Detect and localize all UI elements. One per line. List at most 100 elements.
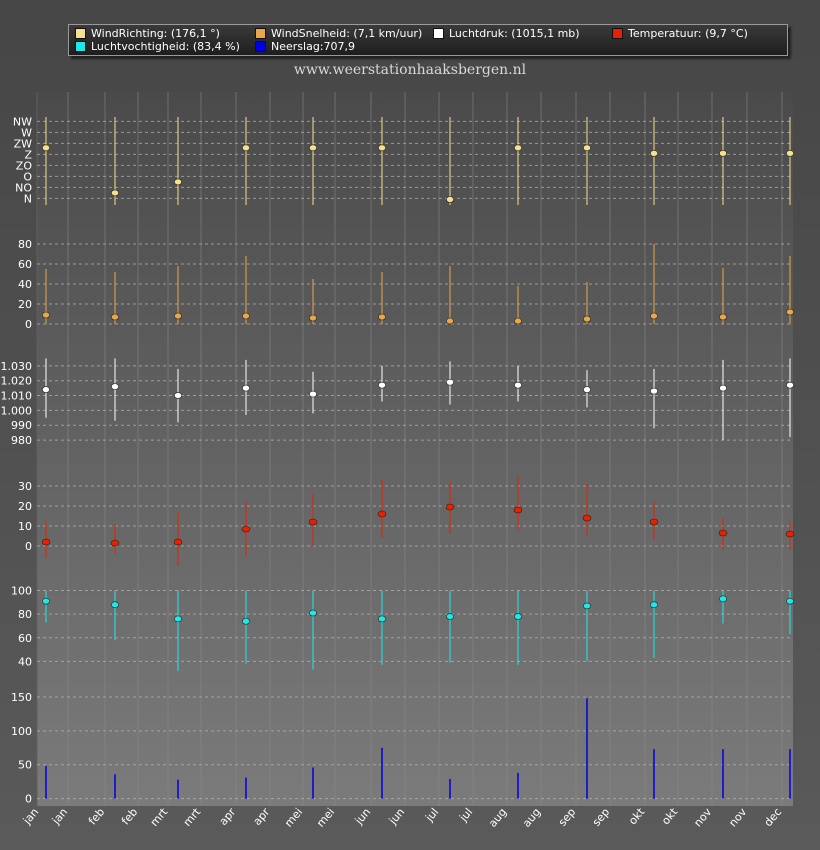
y-tick-label: 30 (18, 480, 32, 493)
x-tick-label: aug (486, 806, 509, 830)
x-tick-label: mei (282, 806, 305, 830)
chart-canvas: NWWZWZZOONON0204060809809901.0001.0101.0… (1, 92, 795, 830)
data-point (719, 150, 727, 157)
data-point (111, 189, 119, 197)
data-point (650, 312, 658, 320)
x-tick-label: jul (422, 806, 441, 825)
data-point (719, 595, 727, 603)
x-tick-label: nov (691, 805, 714, 829)
data-point (514, 144, 522, 152)
x-tick-label: jun (386, 806, 408, 828)
y-tick-label: 80 (18, 608, 32, 621)
x-tick-label: nov (726, 805, 749, 829)
data-point (308, 518, 318, 526)
data-point (111, 383, 119, 390)
x-tick-label: jun (352, 806, 374, 828)
data-point (309, 390, 317, 398)
data-point (514, 613, 522, 620)
data-point (174, 312, 182, 320)
data-point (174, 178, 182, 186)
x-tick-label: mrt (181, 805, 204, 829)
data-point (42, 386, 50, 393)
data-point (718, 529, 728, 537)
x-tick-label: feb (86, 806, 107, 828)
y-tick-label: 40 (18, 278, 32, 291)
data-point (786, 308, 794, 316)
x-tick-label: feb (119, 806, 140, 828)
data-point (378, 313, 386, 321)
data-point (309, 314, 317, 322)
data-point (719, 384, 727, 392)
x-tick-label: mrt (148, 805, 171, 829)
data-point (719, 313, 727, 321)
data-point (446, 196, 454, 203)
x-tick-label: aug (520, 806, 543, 830)
data-point (514, 381, 522, 389)
y-tick-label: 1.000 (1, 404, 33, 417)
data-point (785, 530, 795, 538)
data-point (309, 609, 317, 617)
x-tick-label: apr (217, 805, 239, 828)
y-tick-label: 980 (11, 434, 32, 447)
data-point (786, 597, 794, 605)
y-tick-label: 50 (18, 759, 32, 772)
x-tick-label: dec (762, 806, 785, 830)
x-tick-label: jan (49, 806, 70, 828)
y-tick-label: 0 (25, 318, 32, 331)
data-point (42, 144, 50, 152)
data-point (41, 538, 51, 546)
x-tick-label: apr (251, 805, 273, 828)
data-point (378, 615, 386, 623)
data-point (583, 144, 591, 152)
y-tick-label: 40 (18, 655, 32, 668)
data-point (110, 539, 120, 547)
data-point (786, 381, 794, 389)
data-point (242, 312, 250, 320)
y-tick-label: 100 (11, 585, 32, 598)
y-tick-label: 60 (18, 258, 32, 271)
data-point (583, 315, 591, 323)
y-tick-label: 10 (18, 520, 32, 533)
data-point (378, 144, 386, 152)
data-point (42, 597, 50, 605)
y-tick-label: N (24, 192, 32, 205)
data-point (242, 617, 250, 625)
data-point (173, 538, 183, 546)
y-tick-label: 150 (11, 691, 32, 704)
data-point (446, 378, 454, 386)
data-point (514, 317, 522, 325)
y-tick-label: 100 (11, 725, 32, 738)
y-tick-label: 0 (25, 540, 32, 553)
data-point (445, 503, 455, 511)
plot-area (37, 92, 793, 806)
x-tick-label: sep (590, 806, 612, 829)
data-point (513, 506, 523, 514)
x-tick-label: okt (626, 805, 648, 827)
x-tick-label: jan (20, 806, 41, 828)
y-tick-label: 0 (25, 793, 32, 806)
data-point (582, 514, 592, 522)
data-point (378, 381, 386, 389)
x-tick-label: sep (556, 806, 578, 829)
data-point (241, 525, 251, 533)
data-point (377, 510, 387, 518)
data-point (446, 613, 454, 620)
data-point (650, 601, 658, 609)
data-point (242, 144, 250, 152)
y-tick-label: 990 (11, 419, 32, 432)
data-point (649, 518, 659, 526)
data-point (174, 615, 182, 623)
data-point (309, 144, 317, 152)
x-tick-label: jul (456, 806, 475, 825)
data-point (111, 601, 119, 609)
data-point (650, 150, 658, 157)
data-point (174, 392, 182, 399)
y-tick-label: 20 (18, 500, 32, 513)
data-point (242, 384, 250, 392)
y-tick-label: 80 (18, 238, 32, 251)
data-point (786, 150, 794, 157)
y-tick-label: 1.020 (1, 375, 33, 388)
data-point (42, 311, 50, 319)
data-point (650, 387, 658, 395)
y-tick-label: 1.030 (1, 360, 33, 373)
